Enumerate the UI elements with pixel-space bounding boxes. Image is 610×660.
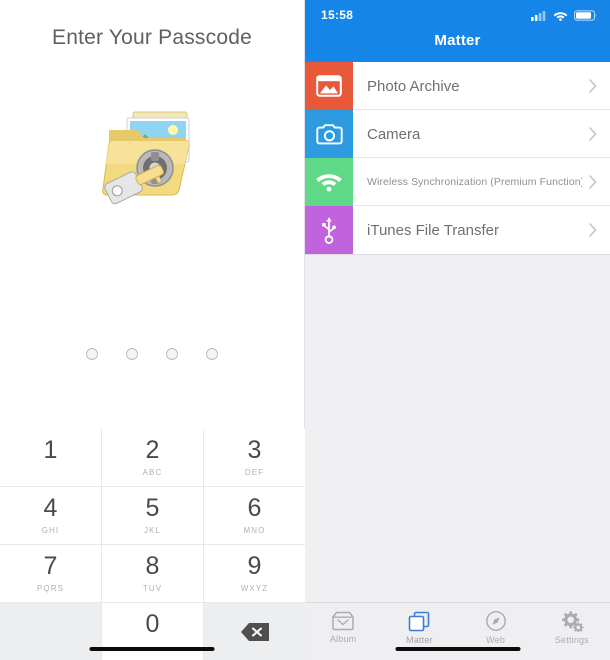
- home-indicator: [395, 647, 520, 651]
- cellular-signal-icon: [531, 10, 546, 21]
- keypad-digit: 6: [247, 494, 262, 522]
- keypad-letters: DEF: [244, 468, 265, 477]
- keypad-key-2[interactable]: 2 ABC: [102, 429, 203, 486]
- keypad-letters: TUV: [142, 584, 163, 593]
- status-icons: [531, 9, 597, 21]
- keypad-digit: 2: [145, 436, 160, 464]
- wifi-icon: [553, 11, 568, 21]
- tab-matter[interactable]: Matter: [381, 603, 457, 660]
- nav-bar: Matter: [305, 30, 610, 62]
- keypad-key-0[interactable]: 0: [102, 603, 203, 660]
- passcode-keypad: 1 2 ABC 3 DEF 4 GHI 5 JKL 6 MNO 7 PQRS 8…: [0, 429, 305, 660]
- keypad-digit: 5: [145, 494, 160, 522]
- status-time: 15:58: [321, 8, 354, 22]
- tab-label: Matter: [406, 634, 433, 645]
- compass-icon: [485, 611, 506, 631]
- passcode-dots: [0, 334, 304, 374]
- nav-title: Matter: [434, 32, 481, 49]
- home-indicator: [89, 647, 215, 651]
- keypad-digit: 0: [145, 610, 160, 638]
- passcode-screen: Enter Your Passcode 1 2 ABC 3 DEF 4 GHI …: [0, 0, 305, 660]
- keypad-digit: 8: [145, 552, 160, 580]
- keypad-letters: GHI: [41, 526, 60, 535]
- keypad-key-1[interactable]: 1: [0, 429, 101, 486]
- matter-list: Photo Archive Camera Wireless Synchroniz…: [305, 62, 610, 255]
- app-screen: 15:58 Matter Photo Archive Camera Wirele…: [305, 0, 610, 660]
- keypad-key-6[interactable]: 6 MNO: [204, 487, 305, 544]
- list-item-label: Camera: [367, 125, 421, 143]
- tab-label: Album: [329, 634, 357, 644]
- tab-label: Web: [486, 635, 506, 645]
- gear-icon: [561, 611, 584, 632]
- battery-icon: [574, 9, 597, 21]
- keypad-key-blank: [0, 603, 101, 660]
- tab-label: Settings: [554, 635, 589, 645]
- list-item-label: Wireless Synchronization (Premium Functi…: [367, 176, 582, 188]
- keypad-key-5[interactable]: 5 JKL: [102, 487, 203, 544]
- list-item-wireless-sync[interactable]: Wireless Synchronization (Premium Functi…: [305, 158, 610, 206]
- keypad-key-8[interactable]: 8 TUV: [102, 545, 203, 602]
- keypad-digit: 1: [43, 436, 58, 464]
- keypad-letters: JKL: [143, 526, 162, 535]
- tab-settings[interactable]: Settings: [534, 603, 610, 660]
- list-item-label: iTunes File Transfer: [367, 221, 499, 239]
- content-spacer: [305, 255, 610, 602]
- passcode-dot: [126, 348, 138, 360]
- photo-archive-icon: [305, 62, 353, 110]
- locked-folder-icon: [102, 111, 190, 205]
- chevron-right-icon: [582, 175, 604, 189]
- photo-frame-icon: [316, 75, 342, 97]
- keypad-letters: MNO: [243, 526, 266, 535]
- keypad-digit: 7: [43, 552, 58, 580]
- camera-body-icon: [315, 123, 343, 144]
- page-title: Enter Your Passcode: [52, 26, 252, 49]
- keypad-letters: PQRS: [36, 584, 65, 593]
- keypad-digit: 9: [247, 552, 262, 580]
- locked-folder-illustration: [0, 56, 304, 256]
- keypad-letters: WXYZ: [240, 584, 269, 593]
- keypad-digit: 4: [43, 494, 58, 522]
- tab-bar: Album Matter Web Settings: [305, 602, 610, 660]
- keypad-key-4[interactable]: 4 GHI: [0, 487, 101, 544]
- wifi-sync-icon: [305, 158, 353, 206]
- keypad-key-3[interactable]: 3 DEF: [204, 429, 305, 486]
- status-bar: 15:58: [305, 0, 610, 30]
- usb-icon: [305, 206, 353, 254]
- usb-connector-icon: [322, 217, 336, 244]
- album-tray-icon: [332, 611, 354, 631]
- list-item-photo-archive[interactable]: Photo Archive: [305, 62, 610, 110]
- list-item-camera[interactable]: Camera: [305, 110, 610, 158]
- passcode-dot: [206, 348, 218, 360]
- tab-album[interactable]: Album: [305, 603, 381, 660]
- chevron-right-icon: [582, 79, 604, 93]
- keypad-key-7[interactable]: 7 PQRS: [0, 545, 101, 602]
- chevron-right-icon: [582, 223, 604, 237]
- wifi-signal-icon: [316, 174, 342, 192]
- matter-stack-icon: [409, 611, 430, 631]
- keypad-letters: ABC: [142, 468, 163, 477]
- passcode-dot: [86, 348, 98, 360]
- camera-icon: [305, 110, 353, 158]
- keypad-digit: 3: [247, 436, 262, 464]
- list-item-itunes-file-transfer[interactable]: iTunes File Transfer: [305, 206, 610, 254]
- keypad-key-9[interactable]: 9 WXYZ: [204, 545, 305, 602]
- keypad-backspace-button[interactable]: [204, 603, 305, 660]
- backspace-icon: [240, 622, 269, 641]
- tab-web[interactable]: Web: [458, 603, 534, 660]
- passcode-dot: [166, 348, 178, 360]
- chevron-right-icon: [582, 127, 604, 141]
- list-item-label: Photo Archive: [367, 77, 460, 95]
- dual-pane-screenshot: Enter Your Passcode 1 2 ABC 3 DEF 4 GHI …: [0, 0, 610, 660]
